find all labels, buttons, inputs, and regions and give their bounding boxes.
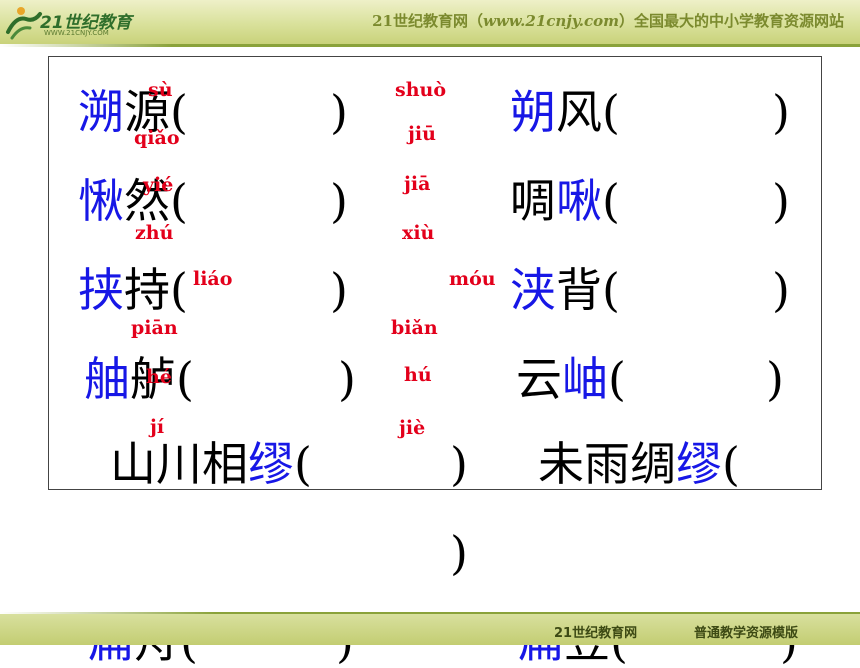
close-paren: ) <box>772 174 790 228</box>
pinyin-label: jiū <box>408 123 436 145</box>
logo-figure-icon <box>6 7 42 40</box>
pinyin-label: jí <box>150 416 165 438</box>
pinyin-label: móu <box>449 268 496 290</box>
close-paren: ) <box>772 85 790 139</box>
close-paren: ) <box>450 437 468 491</box>
pinyin-label: hé <box>146 366 172 388</box>
pinyin-label: zhú <box>135 222 174 244</box>
footer-template-name: 普通教学资源模版 <box>694 626 799 641</box>
word-item: 山川相缪( <box>110 437 312 491</box>
pinyin-label: yié <box>143 174 174 196</box>
word-item: 啁啾( <box>510 174 620 228</box>
close-paren: ) <box>330 263 348 317</box>
word-item: 云岫( <box>516 352 626 406</box>
close-paren: ) <box>338 352 356 406</box>
logo-subtext: WWW.21CNJY.COM <box>44 29 109 37</box>
pinyin-label: hú <box>404 364 432 386</box>
pinyin-label: shuò <box>395 79 446 101</box>
close-paren: ) <box>772 263 790 317</box>
close-paren: ) <box>330 174 348 228</box>
header-slogan: 21世纪教育网（www.21cnjy.com）全国最大的中小学教育资源网站 <box>372 10 844 31</box>
close-paren: ) <box>450 526 468 580</box>
word-item: 朔风( <box>510 85 620 139</box>
slogan-suffix: ）全国最大的中小学教育资源网站 <box>618 12 844 30</box>
close-paren: ) <box>766 352 784 406</box>
slogan-url: www.21cnjy.com <box>482 12 619 30</box>
pinyin-label: xiù <box>402 222 435 244</box>
pinyin-label: piān <box>131 317 178 339</box>
word-item: 挟持( <box>78 263 188 317</box>
word-item: 舳舻( <box>84 352 194 406</box>
close-paren: ) <box>330 85 348 139</box>
footer-site-name: 21世纪教育网 <box>554 626 638 641</box>
slogan-prefix: 21世纪教育网（ <box>372 12 483 30</box>
word-item: 浃背( <box>510 263 620 317</box>
header-divider <box>0 44 860 47</box>
pinyin-label: jiè <box>399 417 426 439</box>
site-logo: 21世纪教育 WWW.21CNJY.COM <box>4 2 154 42</box>
pinyin-label: liáo <box>193 268 233 290</box>
word-item: 未雨绸缪( <box>538 437 740 491</box>
pinyin-label: jiā <box>404 173 431 195</box>
pinyin-label: biǎn <box>391 317 438 339</box>
pinyin-label: qiǎo <box>134 127 180 149</box>
pinyin-label: sù <box>148 79 173 101</box>
